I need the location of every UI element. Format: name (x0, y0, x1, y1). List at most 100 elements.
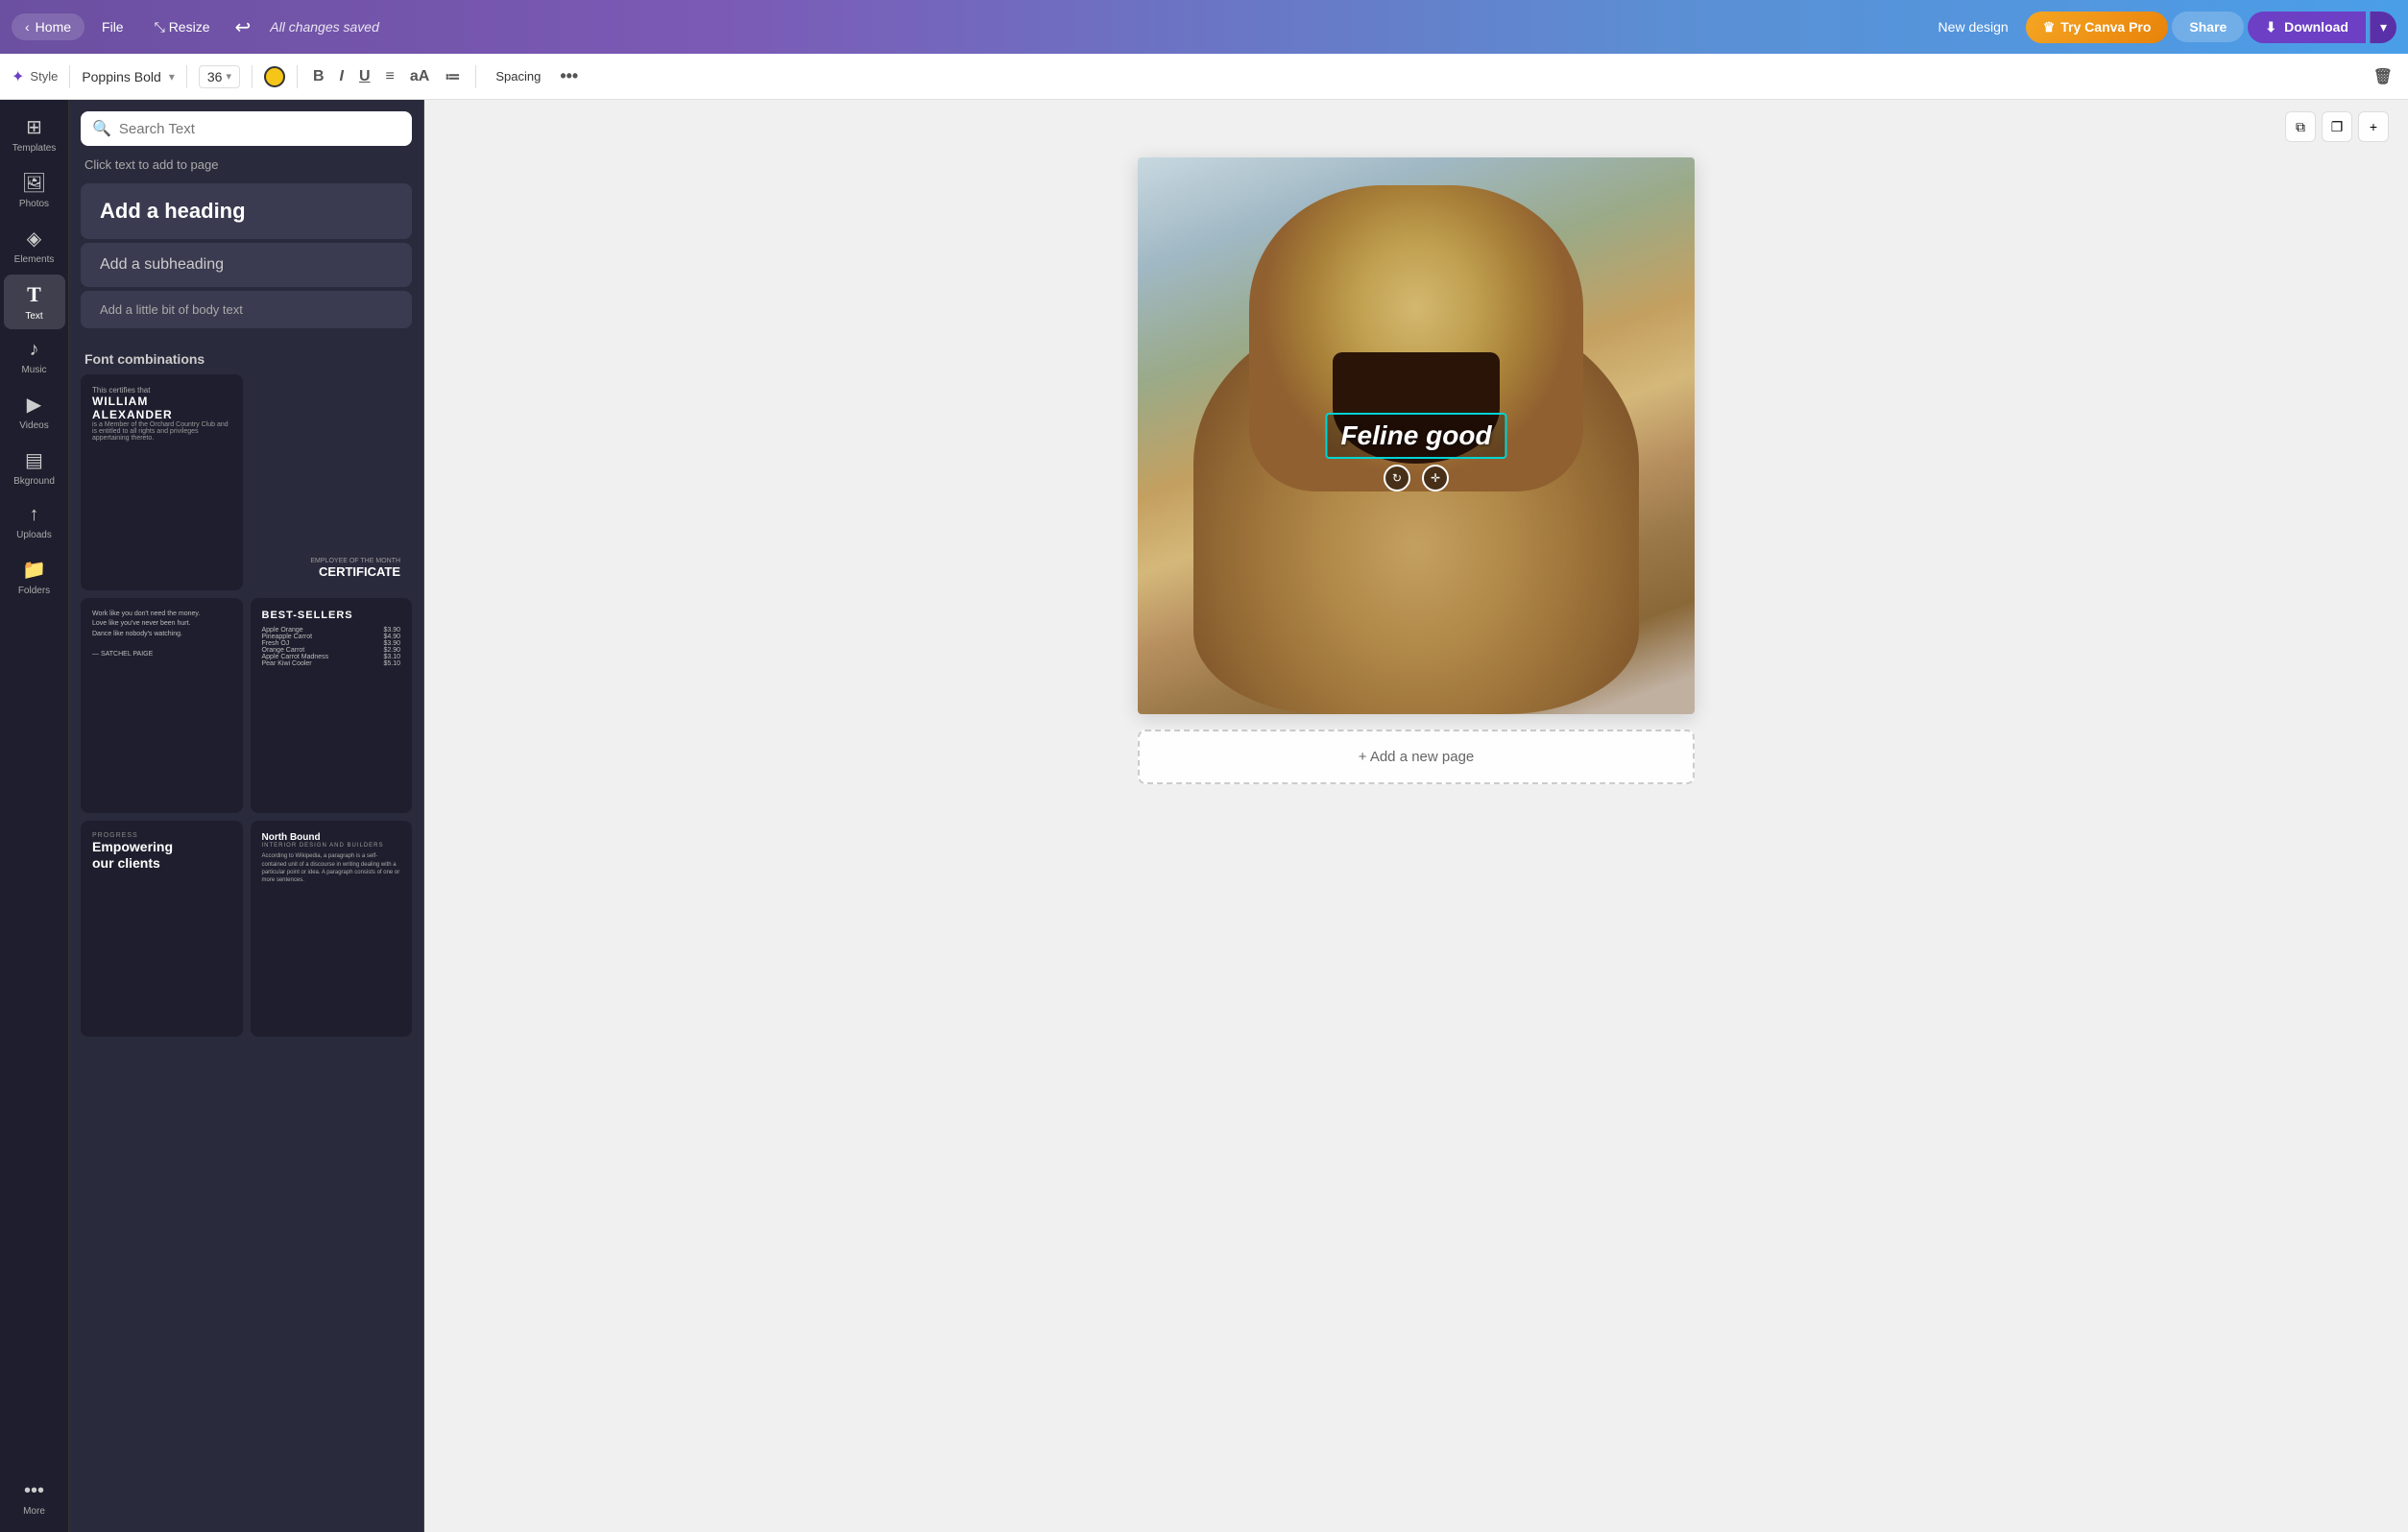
click-to-add-hint: Click text to add to page (69, 157, 423, 183)
font-size-dropdown-icon: ▾ (226, 70, 231, 83)
rotate-control[interactable]: ↻ (1384, 465, 1410, 491)
sidebar-item-uploads[interactable]: ↑ Uploads (4, 496, 65, 548)
underline-button[interactable]: U (355, 64, 374, 89)
text-label: Text (25, 311, 42, 322)
style-label: Style (30, 69, 58, 84)
templates-label: Templates (12, 143, 57, 154)
font-name-display: Poppins Bold (82, 69, 161, 84)
cert-line1: This certifies that (92, 386, 231, 395)
list-item: Apple Carrot Madness$3.10 (262, 654, 401, 660)
chevron-left-icon: ‹ (25, 19, 30, 35)
text-color-button[interactable] (264, 66, 285, 87)
text-options: Add a heading Add a subheading Add a lit… (69, 183, 423, 328)
add-new-page-button[interactable]: + Add a new page (1138, 730, 1695, 784)
combo-card-employee[interactable]: EMPLOYEE OF THE MONTH CERTIFICATE (251, 374, 413, 590)
search-bar: 🔍 (81, 111, 412, 146)
copy-page-icon: ⧉ (2296, 119, 2305, 135)
chevron-down-icon: ▾ (2380, 19, 2387, 35)
music-label: Music (21, 365, 46, 375)
emp-label: EMPLOYEE OF THE MONTH (262, 558, 401, 564)
motivational-text: Work like you don't need the money.Love … (92, 610, 231, 660)
list-item: Orange Carrot$2.90 (262, 647, 401, 654)
canvas-area: ⧉ ❐ + Feline good ↻ ✛ (424, 100, 2408, 1532)
download-dropdown-button[interactable]: ▾ (2370, 12, 2396, 43)
main-area: ⊞ Templates 🖼 Photos ◈ Elements T Text ♪… (0, 100, 2408, 1532)
combo-card-northbound[interactable]: North Bound INTERIOR DESIGN AND BUILDERS… (251, 821, 413, 1037)
saved-status: All changes saved (270, 19, 379, 35)
move-control[interactable]: ✛ (1422, 465, 1449, 491)
combo-card-empowering[interactable]: PROGRESS Empoweringour clients (81, 821, 243, 1037)
sidebar-item-folders[interactable]: 📁 Folders (4, 550, 65, 604)
combo-card-motivational[interactable]: Work like you don't need the money.Love … (81, 598, 243, 814)
combo-card-certificate[interactable]: This certifies that WILLIAM ALEXANDER is… (81, 374, 243, 590)
canvas-text-element[interactable]: Feline good (1325, 413, 1506, 459)
sidebar-item-more[interactable]: ••• More (4, 1472, 65, 1524)
text-element-controls: ↻ ✛ (1384, 465, 1449, 491)
music-icon: ♪ (30, 339, 39, 361)
top-nav: ‹ Home File ⤡ Resize ↩ All changes saved… (0, 0, 2408, 54)
northbound-subtitle: INTERIOR DESIGN AND BUILDERS (262, 843, 401, 849)
font-combos-grid: This certifies that WILLIAM ALEXANDER is… (69, 374, 423, 1052)
new-design-button[interactable]: New design (1925, 13, 2022, 40)
videos-label: Videos (19, 420, 48, 431)
spacing-button[interactable]: Spacing (488, 65, 548, 87)
background-label: Bkground (13, 476, 55, 487)
bold-button[interactable]: B (309, 64, 328, 89)
photos-icon: 🖼 (22, 171, 46, 195)
photos-label: Photos (19, 199, 49, 209)
cert-body: is a Member of the Orchard Country Club … (92, 421, 231, 442)
folders-icon: 📁 (22, 558, 46, 582)
sidebar-item-music[interactable]: ♪ Music (4, 331, 65, 383)
case-button[interactable]: aA (406, 64, 433, 89)
duplicate-page-button[interactable]: ❐ (2322, 111, 2352, 142)
list-button[interactable]: ≔ (441, 63, 464, 90)
font-size-value: 36 (207, 69, 223, 84)
canvas-toolbar: ⧉ ❐ + (2285, 111, 2389, 142)
download-icon: ⬇ (2265, 19, 2276, 36)
add-page-toolbar-button[interactable]: + (2358, 111, 2389, 142)
add-subheading-button[interactable]: Add a subheading (81, 243, 412, 287)
file-button[interactable]: File (88, 13, 137, 40)
undo-button[interactable]: ↩ (227, 12, 258, 43)
font-combos-title: Font combinations (69, 344, 423, 374)
more-options-button[interactable]: ••• (556, 62, 582, 90)
list-item: Pineapple Carrot$4.90 (262, 634, 401, 640)
folders-label: Folders (18, 586, 50, 596)
uploads-label: Uploads (16, 530, 52, 540)
uploads-icon: ↑ (30, 504, 39, 526)
add-body-text-button[interactable]: Add a little bit of body text (81, 291, 412, 328)
progress-title: Empoweringour clients (92, 839, 231, 872)
cert-name: WILLIAM ALEXANDER (92, 395, 231, 421)
background-icon: ▤ (25, 448, 43, 472)
font-dropdown-icon: ▾ (169, 70, 175, 84)
style-section: ✦ Style (12, 67, 58, 86)
copy-page-button[interactable]: ⧉ (2285, 111, 2316, 142)
combo-card-bestsellers[interactable]: BEST-SELLERS Apple Orange$3.90 Pineapple… (251, 598, 413, 814)
search-icon: 🔍 (92, 119, 111, 138)
resize-icon: ⤡ (155, 19, 169, 35)
list-item: Apple Orange$3.90 (262, 627, 401, 634)
sidebar-item-photos[interactable]: 🖼 Photos (4, 163, 65, 217)
crown-icon: ♛ (2043, 19, 2056, 36)
download-button[interactable]: ⬇ Download (2248, 12, 2366, 43)
font-size-control[interactable]: 36 ▾ (199, 65, 240, 88)
sidebar-item-videos[interactable]: ▶ Videos (4, 385, 65, 439)
progress-label: PROGRESS (92, 832, 231, 839)
separator-4 (297, 65, 298, 88)
try-pro-button[interactable]: ♛ Try Canva Pro (2026, 12, 2169, 43)
align-button[interactable]: ≡ (382, 64, 398, 89)
share-button[interactable]: Share (2172, 12, 2244, 42)
resize-button[interactable]: ⤡ Resize (141, 13, 224, 41)
add-heading-button[interactable]: Add a heading (81, 183, 412, 239)
sidebar-item-background[interactable]: ▤ Bkground (4, 441, 65, 494)
search-input[interactable] (119, 121, 400, 137)
sidebar-item-elements[interactable]: ◈ Elements (4, 219, 65, 273)
home-button[interactable]: ‹ Home (12, 13, 84, 40)
delete-button[interactable]: 🗑 (2370, 63, 2396, 90)
list-item: Fresh OJ$3.90 (262, 640, 401, 647)
videos-icon: ▶ (27, 393, 41, 417)
canvas: Feline good ↻ ✛ (1138, 157, 1695, 714)
sidebar-item-text[interactable]: T Text (4, 275, 65, 329)
italic-button[interactable]: I (336, 64, 348, 89)
sidebar-item-templates[interactable]: ⊞ Templates (4, 108, 65, 161)
